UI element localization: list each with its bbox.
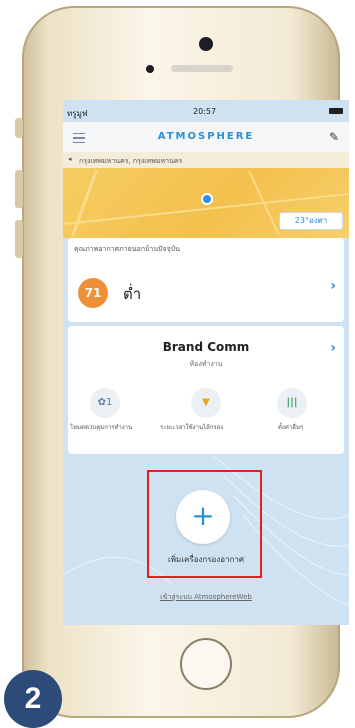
- volume-up-button: [15, 170, 23, 208]
- location-bar: ◂ กรุงเทพมหานคร, กรุงเทพมหานคร: [63, 152, 349, 168]
- chevron-right-icon[interactable]: ›: [330, 340, 336, 356]
- filter-life-button[interactable]: ▼: [191, 388, 221, 418]
- device-name: Brand Comm: [162, 340, 250, 354]
- map-view[interactable]: 23°องศา: [63, 168, 349, 238]
- clock: 20:57: [193, 107, 217, 116]
- settings-label: ตั้งค่าอื่นๆ: [278, 424, 304, 431]
- map-road: [71, 169, 98, 237]
- aqi-badge: 71: [78, 278, 108, 308]
- weather-temp: 23°องศา: [294, 216, 328, 225]
- volume-down-button: [15, 220, 23, 258]
- outdoor-air-card[interactable]: คุณภาพอากาศภายนอกบ้านปัจจุบัน 71 ต่ำ ›: [68, 238, 344, 322]
- battery-icon: [329, 108, 343, 114]
- current-location-marker: [201, 193, 213, 205]
- settings-button[interactable]: |||: [277, 388, 307, 418]
- app-header: ATMOSPHERE ✎: [63, 122, 349, 152]
- filter-icon: ▼: [202, 397, 210, 408]
- home-button[interactable]: [180, 638, 232, 690]
- highlight-box: [147, 470, 262, 578]
- fan-speed-value: 1: [106, 397, 113, 408]
- settings-bars-icon: |||: [286, 397, 298, 408]
- fan-mode-button[interactable]: ✿1: [90, 388, 120, 418]
- location-pin-icon: ◂: [68, 155, 72, 163]
- step-badge: 2: [4, 670, 62, 728]
- earpiece-speaker: [171, 65, 233, 72]
- filter-life-label: ระยะเวลาใช้งานไส้กรอง: [160, 424, 224, 431]
- proximity-sensor: [146, 65, 154, 73]
- app-title: ATMOSPHERE: [157, 131, 255, 142]
- edit-icon[interactable]: ✎: [329, 130, 339, 144]
- web-login-link[interactable]: เข้าสู่ระบบ AtmosphereWeb: [63, 592, 349, 603]
- fan-mode-label: โหมดควบคุมการทำงาน: [70, 424, 133, 431]
- front-camera: [199, 37, 213, 51]
- chevron-right-icon[interactable]: ›: [330, 278, 336, 294]
- status-bar: ทรูมูฟ 20:57: [63, 100, 349, 122]
- aqi-level-label: ต่ำ: [123, 285, 142, 303]
- location-text: กรุงเทพมหานคร, กรุงเทพมหานคร: [79, 157, 183, 165]
- carrier-label: ทรูมูฟ: [67, 109, 88, 118]
- device-room: ห้องทำงาน: [189, 360, 223, 368]
- fan-icon: ✿: [97, 397, 106, 408]
- device-card[interactable]: Brand Comm ห้องทำงาน › ✿1 ▼ ||| โหมดควบค…: [68, 326, 344, 454]
- weather-badge: 23°องศา: [279, 212, 343, 230]
- mute-switch: [15, 118, 23, 138]
- outdoor-air-heading: คุณภาพอากาศภายนอกบ้านปัจจุบัน: [74, 245, 180, 253]
